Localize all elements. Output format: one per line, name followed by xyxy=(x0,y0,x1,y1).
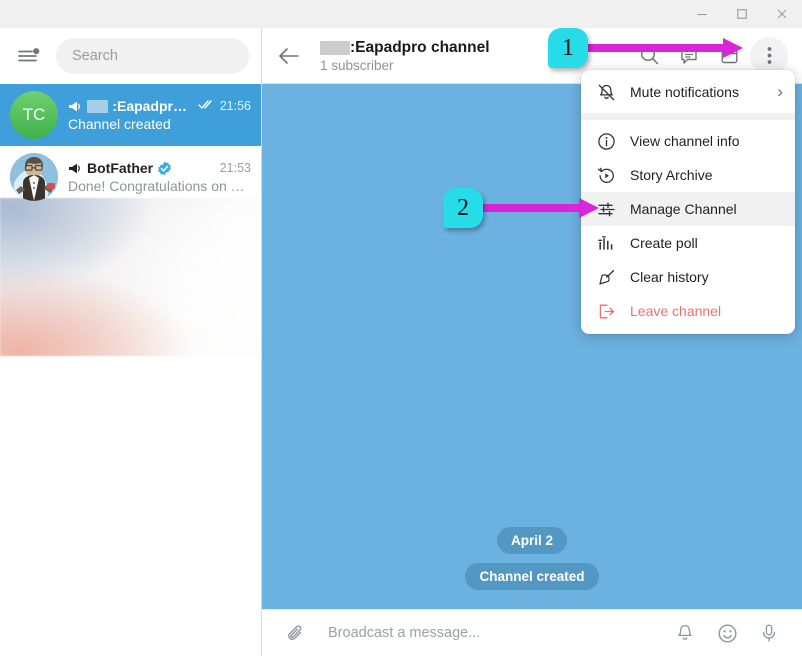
chat-item-title: :Eapadpro c... xyxy=(112,98,188,114)
annotation-step-2: 2 xyxy=(443,188,483,228)
message-input[interactable]: Broadcast a message... xyxy=(320,625,660,641)
poll-bars-icon xyxy=(597,234,616,253)
avatar-initials: TC xyxy=(22,105,46,124)
megaphone-muted-icon xyxy=(68,162,83,175)
chat-item-header: BotFather 21:53 xyxy=(68,160,251,176)
service-message-pill[interactable]: Channel created xyxy=(465,563,599,590)
verified-badge-icon xyxy=(157,161,172,176)
search-input[interactable]: Search xyxy=(56,38,249,74)
search-placeholder: Search xyxy=(72,48,118,64)
menu-separator xyxy=(581,113,795,120)
menu-item-mute-notifications[interactable]: Mute notifications › xyxy=(581,75,795,109)
chat-item-title: BotFather xyxy=(87,160,154,176)
chat-item-preview: Done! Congratulations on yo... xyxy=(68,178,251,194)
chat-title-text: :Eapadpro channel xyxy=(350,38,490,56)
menu-item-label: View channel info xyxy=(630,133,740,149)
chat-item-time: 21:53 xyxy=(219,161,251,175)
read-checks-icon xyxy=(198,99,216,113)
chat-item-content: BotFather 21:53 Done! Congratulations on… xyxy=(68,160,251,194)
avatar: TC xyxy=(10,91,58,139)
menu-item-label: Create poll xyxy=(630,235,698,251)
chat-item-meta: 21:56 xyxy=(192,99,251,114)
date-separator-pill: April 2 xyxy=(496,527,567,554)
redacted-title-block xyxy=(320,40,350,55)
bell-icon[interactable] xyxy=(668,616,702,650)
story-archive-icon xyxy=(597,166,616,185)
annotation-step-2-number: 2 xyxy=(457,194,469,221)
sidebar-blur-panel xyxy=(0,198,261,356)
channel-context-menu: Mute notifications › View channel info S… xyxy=(581,70,795,334)
message-composer: Broadcast a message... xyxy=(262,609,802,656)
chat-item-header: :Eapadpro c... 21:56 xyxy=(68,98,251,114)
attach-paperclip-icon[interactable] xyxy=(278,616,312,650)
menu-item-view-channel-info[interactable]: View channel info xyxy=(581,124,795,158)
menu-item-label: Manage Channel xyxy=(630,201,737,217)
menu-item-create-poll[interactable]: Create poll xyxy=(581,226,795,260)
sidebar-toolbar: Search xyxy=(0,28,261,84)
annotation-step-1: 1 xyxy=(548,28,588,68)
annotation-step-1-number: 1 xyxy=(562,34,574,61)
broom-icon xyxy=(597,268,616,287)
redacted-title-block xyxy=(87,99,109,113)
info-circle-icon xyxy=(597,132,616,151)
chat-item-preview: Channel created xyxy=(68,116,171,132)
menu-item-label: Story Archive xyxy=(630,167,713,183)
window-titlebar xyxy=(0,0,802,28)
telegram-window: Search TC:Eapadpro 21:56 Channel create… xyxy=(0,0,802,656)
message-input-placeholder: Broadcast a message... xyxy=(328,625,481,641)
annotation-arrow-2 xyxy=(483,198,599,218)
menu-item-manage-channel[interactable]: Manage Channel xyxy=(581,192,795,226)
chevron-right-icon: › xyxy=(777,82,783,101)
mute-bell-icon xyxy=(597,83,616,102)
emoji-smile-icon[interactable] xyxy=(710,616,744,650)
microphone-icon[interactable] xyxy=(752,616,786,650)
window-maximize-button[interactable] xyxy=(722,0,762,28)
menu-item-label: Leave channel xyxy=(630,303,722,319)
hamburger-menu-icon[interactable] xyxy=(12,39,46,73)
chat-item-content: :Eapadpro c... 21:56 Channel created xyxy=(68,98,251,132)
menu-item-label: Clear history xyxy=(630,269,709,285)
annotation-arrow-1 xyxy=(575,38,743,58)
menu-item-label: Mute notifications xyxy=(630,84,739,100)
chat-list-item-botfather[interactable]: BotFather 21:53 Done! Congratulations on… xyxy=(0,146,261,208)
megaphone-muted-icon xyxy=(68,100,83,113)
chat-item-time: 21:56 xyxy=(219,98,251,113)
back-arrow-icon[interactable] xyxy=(270,37,308,75)
avatar xyxy=(10,153,58,201)
menu-item-story-archive[interactable]: Story Archive xyxy=(581,158,795,192)
leave-arrow-icon xyxy=(597,302,616,321)
window-minimize-button[interactable] xyxy=(682,0,722,28)
menu-item-leave-channel[interactable]: Leave channel xyxy=(581,294,795,328)
menu-item-clear-history[interactable]: Clear history xyxy=(581,260,795,294)
chat-list-item-channel[interactable]: TC :Eapadpro c... xyxy=(0,84,261,146)
sidebar: Search TC:Eapadpro 21:56 Channel create… xyxy=(0,28,262,656)
window-close-button[interactable] xyxy=(762,0,802,28)
chat-list: TC :Eapadpro c... xyxy=(0,84,261,208)
